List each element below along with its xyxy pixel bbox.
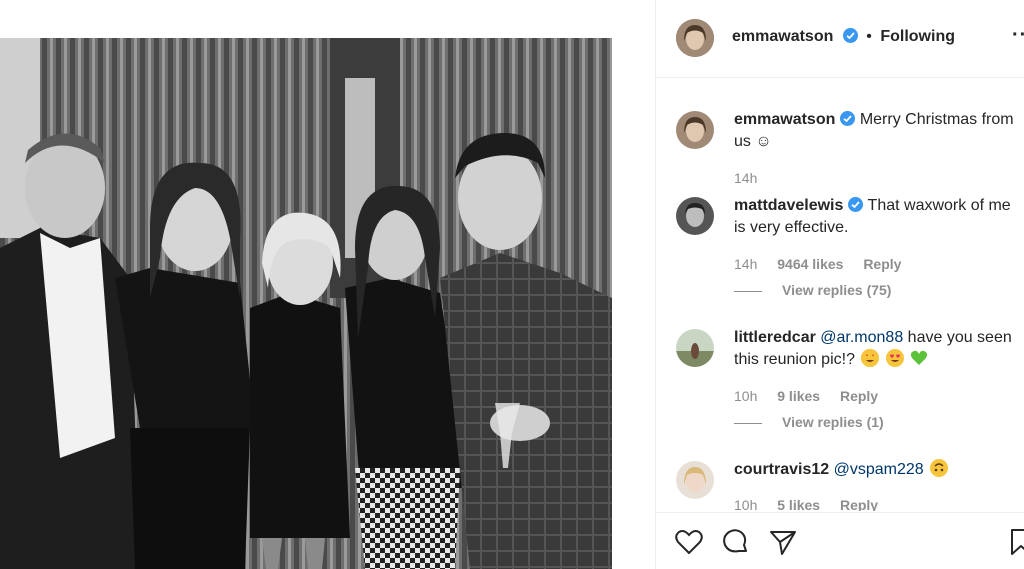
comment-time[interactable]: 14h bbox=[734, 256, 757, 272]
author-avatar[interactable] bbox=[676, 19, 714, 57]
action-bar bbox=[656, 512, 1024, 569]
comment-text-block: littleredcar @ar.mon88 have you seen thi… bbox=[734, 327, 1024, 371]
heart-eyes-emoji-icon bbox=[885, 349, 904, 367]
comment-likes[interactable]: 9464 likes bbox=[777, 256, 843, 272]
comment-time[interactable]: 10h bbox=[734, 497, 757, 511]
verified-badge-icon bbox=[848, 197, 864, 212]
group-photo-image bbox=[0, 38, 612, 569]
verified-badge-icon bbox=[840, 111, 856, 126]
header-separator: • bbox=[866, 28, 872, 45]
reply-button[interactable]: Reply bbox=[840, 388, 878, 404]
comment-mention[interactable]: @ar.mon88 bbox=[820, 329, 903, 346]
reply-button[interactable]: Reply bbox=[863, 256, 901, 272]
avatar-image bbox=[676, 197, 714, 235]
comment-meta: 14h 9464 likes Reply bbox=[734, 256, 917, 272]
view-replies-label: View replies (75) bbox=[782, 282, 892, 298]
reply-button[interactable]: Reply bbox=[840, 497, 878, 511]
comment-time[interactable]: 10h bbox=[734, 388, 757, 404]
comment-likes[interactable]: 9 likes bbox=[777, 388, 820, 404]
more-options-icon[interactable]: ·· bbox=[1012, 24, 1024, 47]
caption-avatar[interactable] bbox=[676, 111, 714, 149]
avatar-image bbox=[676, 19, 714, 57]
comment-mention[interactable]: @vspam228 bbox=[834, 461, 924, 478]
view-replies-button[interactable]: View replies (75) bbox=[734, 282, 891, 298]
replies-divider bbox=[734, 422, 762, 424]
avatar-image bbox=[676, 461, 714, 499]
caption-time[interactable]: 14h bbox=[734, 170, 757, 186]
author-username[interactable]: emmawatson bbox=[732, 28, 833, 45]
post-photo-panel bbox=[0, 0, 655, 569]
comments-list: emmawatson Merry Christmas from us ☺ 14h… bbox=[656, 79, 1024, 511]
caption-meta: 14h bbox=[734, 170, 773, 186]
commenter-avatar[interactable] bbox=[676, 461, 714, 499]
replies-divider bbox=[734, 290, 762, 292]
avatar-image bbox=[676, 329, 714, 367]
upside-down-face-emoji-icon bbox=[930, 459, 949, 477]
bookmark-icon[interactable] bbox=[1006, 527, 1024, 557]
heart-icon[interactable] bbox=[674, 527, 704, 557]
caption-text-block: emmawatson Merry Christmas from us ☺ bbox=[734, 109, 1024, 153]
comment-icon[interactable] bbox=[720, 527, 750, 557]
comment-meta: 10h 9 likes Reply bbox=[734, 388, 894, 404]
avatar-image bbox=[676, 111, 714, 149]
view-replies-label: View replies (1) bbox=[782, 414, 884, 430]
comment-username[interactable]: mattdavelewis bbox=[734, 197, 843, 214]
green-heart-icon bbox=[910, 349, 928, 367]
view-replies-button[interactable]: View replies (1) bbox=[734, 414, 884, 430]
share-icon[interactable] bbox=[768, 527, 798, 557]
comment-username[interactable]: littleredcar bbox=[734, 329, 816, 346]
post-sidebar: emmawatson • Following ·· emmawatson Mer… bbox=[655, 0, 1024, 569]
verified-badge-icon bbox=[842, 28, 858, 43]
comment-likes[interactable]: 5 likes bbox=[777, 497, 820, 511]
comment-meta: 10h 5 likes Reply bbox=[734, 497, 894, 511]
post-photo[interactable] bbox=[0, 38, 612, 569]
post-header: emmawatson • Following ·· bbox=[656, 0, 1024, 78]
commenter-avatar[interactable] bbox=[676, 329, 714, 367]
following-button[interactable]: Following bbox=[880, 28, 955, 45]
header-row: emmawatson • Following bbox=[732, 28, 955, 46]
commenter-avatar[interactable] bbox=[676, 197, 714, 235]
caption-username[interactable]: emmawatson bbox=[734, 111, 835, 128]
comment-username[interactable]: courtravis12 bbox=[734, 461, 829, 478]
comment-text-block: courtravis12 @vspam228 bbox=[734, 459, 1024, 481]
star-struck-emoji-icon bbox=[861, 349, 880, 367]
comment-text-block: mattdavelewis That waxwork of me is very… bbox=[734, 195, 1024, 239]
